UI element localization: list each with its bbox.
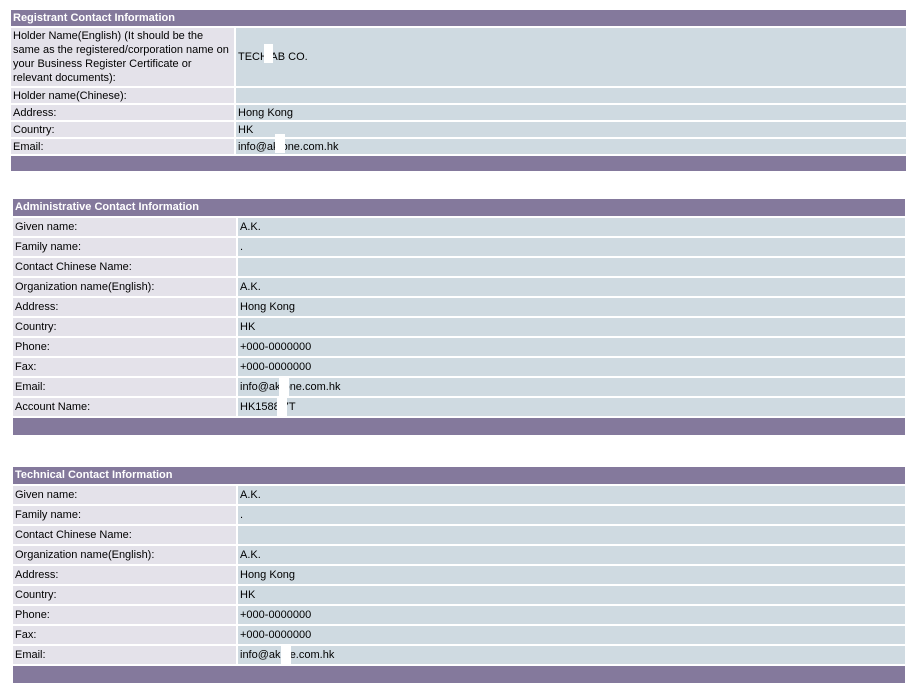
row-value: HK1588 7T	[236, 398, 905, 416]
table-row: Fax: +000-0000000	[13, 624, 905, 644]
table-row: Family name: .	[13, 236, 905, 256]
row-label: Family name:	[13, 506, 236, 524]
row-label: Phone:	[13, 338, 236, 356]
redaction-block	[281, 645, 291, 664]
row-label: Contact Chinese Name:	[13, 258, 236, 276]
row-value: HK	[236, 586, 905, 604]
section-title: Technical Contact Information	[13, 467, 905, 484]
table-row: Family name: .	[13, 504, 905, 524]
table-row: Email: info@ak ne.com.hk	[13, 644, 905, 664]
table-row: Contact Chinese Name:	[13, 524, 905, 544]
row-value: +000-0000000	[236, 626, 905, 644]
row-value: .	[236, 238, 905, 256]
row-value: Hong Kong	[236, 566, 905, 584]
table-row: Email: info@ak one.com.hk	[13, 376, 905, 396]
table-row: Country: HK	[11, 120, 906, 137]
redaction-block	[277, 397, 287, 416]
row-label: Country:	[11, 122, 234, 137]
row-value: info@ak one.com.hk	[234, 139, 906, 154]
row-label: Family name:	[13, 238, 236, 256]
row-label: Address:	[13, 298, 236, 316]
section-title: Administrative Contact Information	[13, 199, 905, 216]
row-value: TECH AB CO.	[234, 28, 906, 86]
row-value: +000-0000000	[236, 358, 905, 376]
row-value: info@ak ne.com.hk	[236, 646, 905, 664]
row-value: Hong Kong	[236, 298, 905, 316]
section-footer-bar	[13, 664, 905, 683]
row-label: Country:	[13, 586, 236, 604]
redaction-block	[275, 134, 285, 153]
row-label: Given name:	[13, 218, 236, 236]
row-label: Email:	[13, 378, 236, 396]
row-label: Organization name(English):	[13, 278, 236, 296]
row-value: .	[236, 506, 905, 524]
row-value: A.K.	[236, 218, 905, 236]
row-value: A.K.	[236, 546, 905, 564]
table-row: Address: Hong Kong	[13, 296, 905, 316]
registrant-section: Registrant Contact Information Holder Na…	[11, 10, 906, 171]
technical-section: Technical Contact Information Given name…	[13, 467, 905, 683]
table-row: Phone: +000-0000000	[13, 604, 905, 624]
row-value	[236, 526, 905, 544]
row-value: info@ak one.com.hk	[236, 378, 905, 396]
row-label: Address:	[13, 566, 236, 584]
row-label: Given name:	[13, 486, 236, 504]
table-row: Address: Hong Kong	[13, 564, 905, 584]
table-row: Holder Name(English) (It should be the s…	[11, 26, 906, 86]
table-row: Country: HK	[13, 316, 905, 336]
section-footer-bar	[11, 154, 906, 171]
row-label: Holder name(Chinese):	[11, 88, 234, 103]
table-row: Account Name: HK1588 7T	[13, 396, 905, 416]
row-label: Contact Chinese Name:	[13, 526, 236, 544]
row-value: HK	[236, 318, 905, 336]
table-row: Organization name(English): A.K.	[13, 276, 905, 296]
redaction-block	[279, 377, 289, 396]
row-label: Address:	[11, 105, 234, 120]
row-label: Phone:	[13, 606, 236, 624]
redaction-block	[264, 44, 273, 63]
row-value: Hong Kong	[234, 105, 906, 120]
table-row: Organization name(English): A.K.	[13, 544, 905, 564]
row-value: +000-0000000	[236, 606, 905, 624]
row-label: Country:	[13, 318, 236, 336]
row-label: Fax:	[13, 626, 236, 644]
administrative-section: Administrative Contact Information Given…	[13, 199, 905, 435]
row-value: HK	[234, 122, 906, 137]
table-row: Address: Hong Kong	[11, 103, 906, 120]
section-footer-bar	[13, 416, 905, 435]
table-row: Given name: A.K.	[13, 216, 905, 236]
row-label: Holder Name(English) (It should be the s…	[11, 28, 234, 86]
table-row: Contact Chinese Name:	[13, 256, 905, 276]
row-value: A.K.	[236, 278, 905, 296]
table-row: Holder name(Chinese):	[11, 86, 906, 103]
row-value	[236, 258, 905, 276]
table-row: Country: HK	[13, 584, 905, 604]
row-value: A.K.	[236, 486, 905, 504]
table-row: Given name: A.K.	[13, 484, 905, 504]
table-row: Email: info@ak one.com.hk	[11, 137, 906, 154]
table-row: Fax: +000-0000000	[13, 356, 905, 376]
row-label: Account Name:	[13, 398, 236, 416]
row-label: Email:	[13, 646, 236, 664]
row-value: +000-0000000	[236, 338, 905, 356]
row-value	[234, 88, 906, 103]
table-row: Phone: +000-0000000	[13, 336, 905, 356]
row-label: Email:	[11, 139, 234, 154]
row-label: Organization name(English):	[13, 546, 236, 564]
row-label: Fax:	[13, 358, 236, 376]
section-title: Registrant Contact Information	[11, 10, 906, 26]
